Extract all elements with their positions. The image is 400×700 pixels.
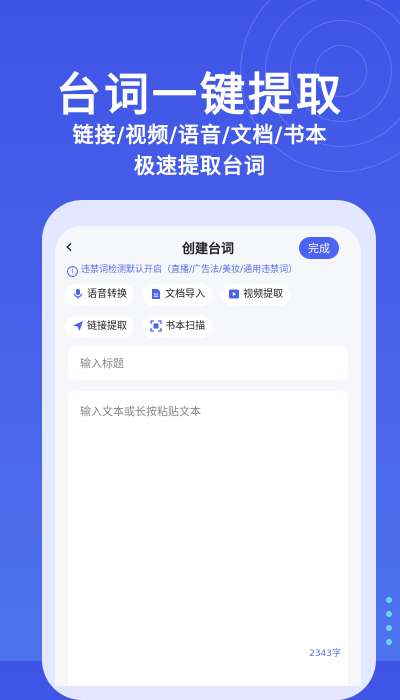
hero-subtitle-line1: 链接/视频/语音/文档/书本 (72, 123, 328, 147)
link-extract-label: 链接提取 (87, 321, 127, 332)
send-icon (73, 321, 83, 331)
video-icon (229, 289, 240, 299)
hero-subtitle: 链接/视频/语音/文档/书本 极速提取台词 (0, 120, 400, 182)
indicator-dot (386, 611, 392, 617)
indicator-dot (386, 625, 392, 631)
scan-icon (150, 320, 162, 332)
document-import-button[interactable]: 文档导入 (143, 284, 213, 306)
indicator-dot (386, 639, 392, 645)
tool-buttons: 语音转换 文档导入 视频提取 链接提取 书本扫描 (65, 282, 355, 346)
video-extract-label: 视频提取 (243, 289, 284, 300)
phone-screen: ‹ 创建台词 完成 i 违禁词检测默认开启（直播/广告法/美妆/通用违禁词） 语音… (55, 226, 361, 686)
document-import-label: 文档导入 (165, 289, 206, 300)
video-extract-button[interactable]: 视频提取 (221, 284, 291, 306)
page-indicator-dots (386, 597, 392, 653)
char-count: 2343字 (309, 649, 341, 659)
book-scan-label: 书本扫描 (165, 321, 206, 332)
title-input[interactable] (68, 346, 348, 380)
nav-bar: ‹ 创建台词 完成 (55, 226, 361, 264)
document-icon (152, 289, 161, 299)
body-textarea[interactable] (68, 391, 348, 686)
done-button[interactable]: 完成 (299, 237, 339, 259)
microphone-icon (73, 289, 83, 299)
notice-text: 违禁词检测默认开启（直播/广告法/美妆/通用违禁词） (81, 265, 298, 275)
notice-banner: i 违禁词检测默认开启（直播/广告法/美妆/通用违禁词） (67, 262, 297, 277)
book-scan-button[interactable]: 书本扫描 (143, 316, 213, 338)
hero-subtitle-line2: 极速提取台词 (134, 154, 266, 178)
info-icon: i (67, 266, 78, 277)
link-extract-button[interactable]: 链接提取 (65, 316, 134, 338)
voice-convert-button[interactable]: 语音转换 (65, 284, 134, 306)
voice-convert-label: 语音转换 (87, 289, 127, 300)
hero-title: 台词一键提取 (55, 68, 344, 121)
indicator-dot (386, 597, 392, 603)
